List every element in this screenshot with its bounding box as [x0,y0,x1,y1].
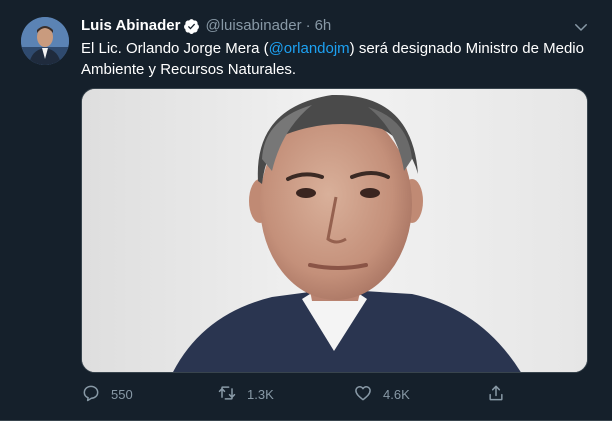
verified-badge-icon [183,18,200,35]
reply-count: 550 [111,386,133,402]
tweet-actions: 550 1.3K 4.6K [81,383,503,405]
display-name[interactable]: Luis Abinader [81,16,180,36]
like-button[interactable]: 4.6K [353,383,410,405]
like-count: 4.6K [383,386,410,402]
avatar[interactable] [21,17,69,65]
reply-icon [81,383,101,406]
share-button[interactable] [486,383,506,405]
portrait-photo [82,89,587,372]
tweet-text-before: El Lic. Orlando Jorge Mera ( [81,40,269,57]
heart-icon [353,383,373,406]
tweet-text: El Lic. Orlando Jorge Mera (@orlandojm) … [81,38,591,80]
timestamp[interactable]: 6h [315,16,332,36]
tweet-header: Luis Abinader @luisabinader · 6h [81,16,331,36]
share-icon [486,383,506,406]
mention-link[interactable]: @orlandojm [269,40,350,57]
retweet-count: 1.3K [247,386,274,402]
tweet-card[interactable]: Luis Abinader @luisabinader · 6h El Lic.… [0,0,612,421]
separator-dot: · [305,17,311,34]
handle[interactable]: @luisabinader [205,16,301,36]
tweet-media-photo[interactable] [81,88,588,373]
avatar-image [21,17,69,65]
reply-button[interactable]: 550 [81,383,133,405]
retweet-icon [217,383,237,406]
retweet-button[interactable]: 1.3K [217,383,274,405]
chevron-down-icon[interactable] [572,18,590,36]
